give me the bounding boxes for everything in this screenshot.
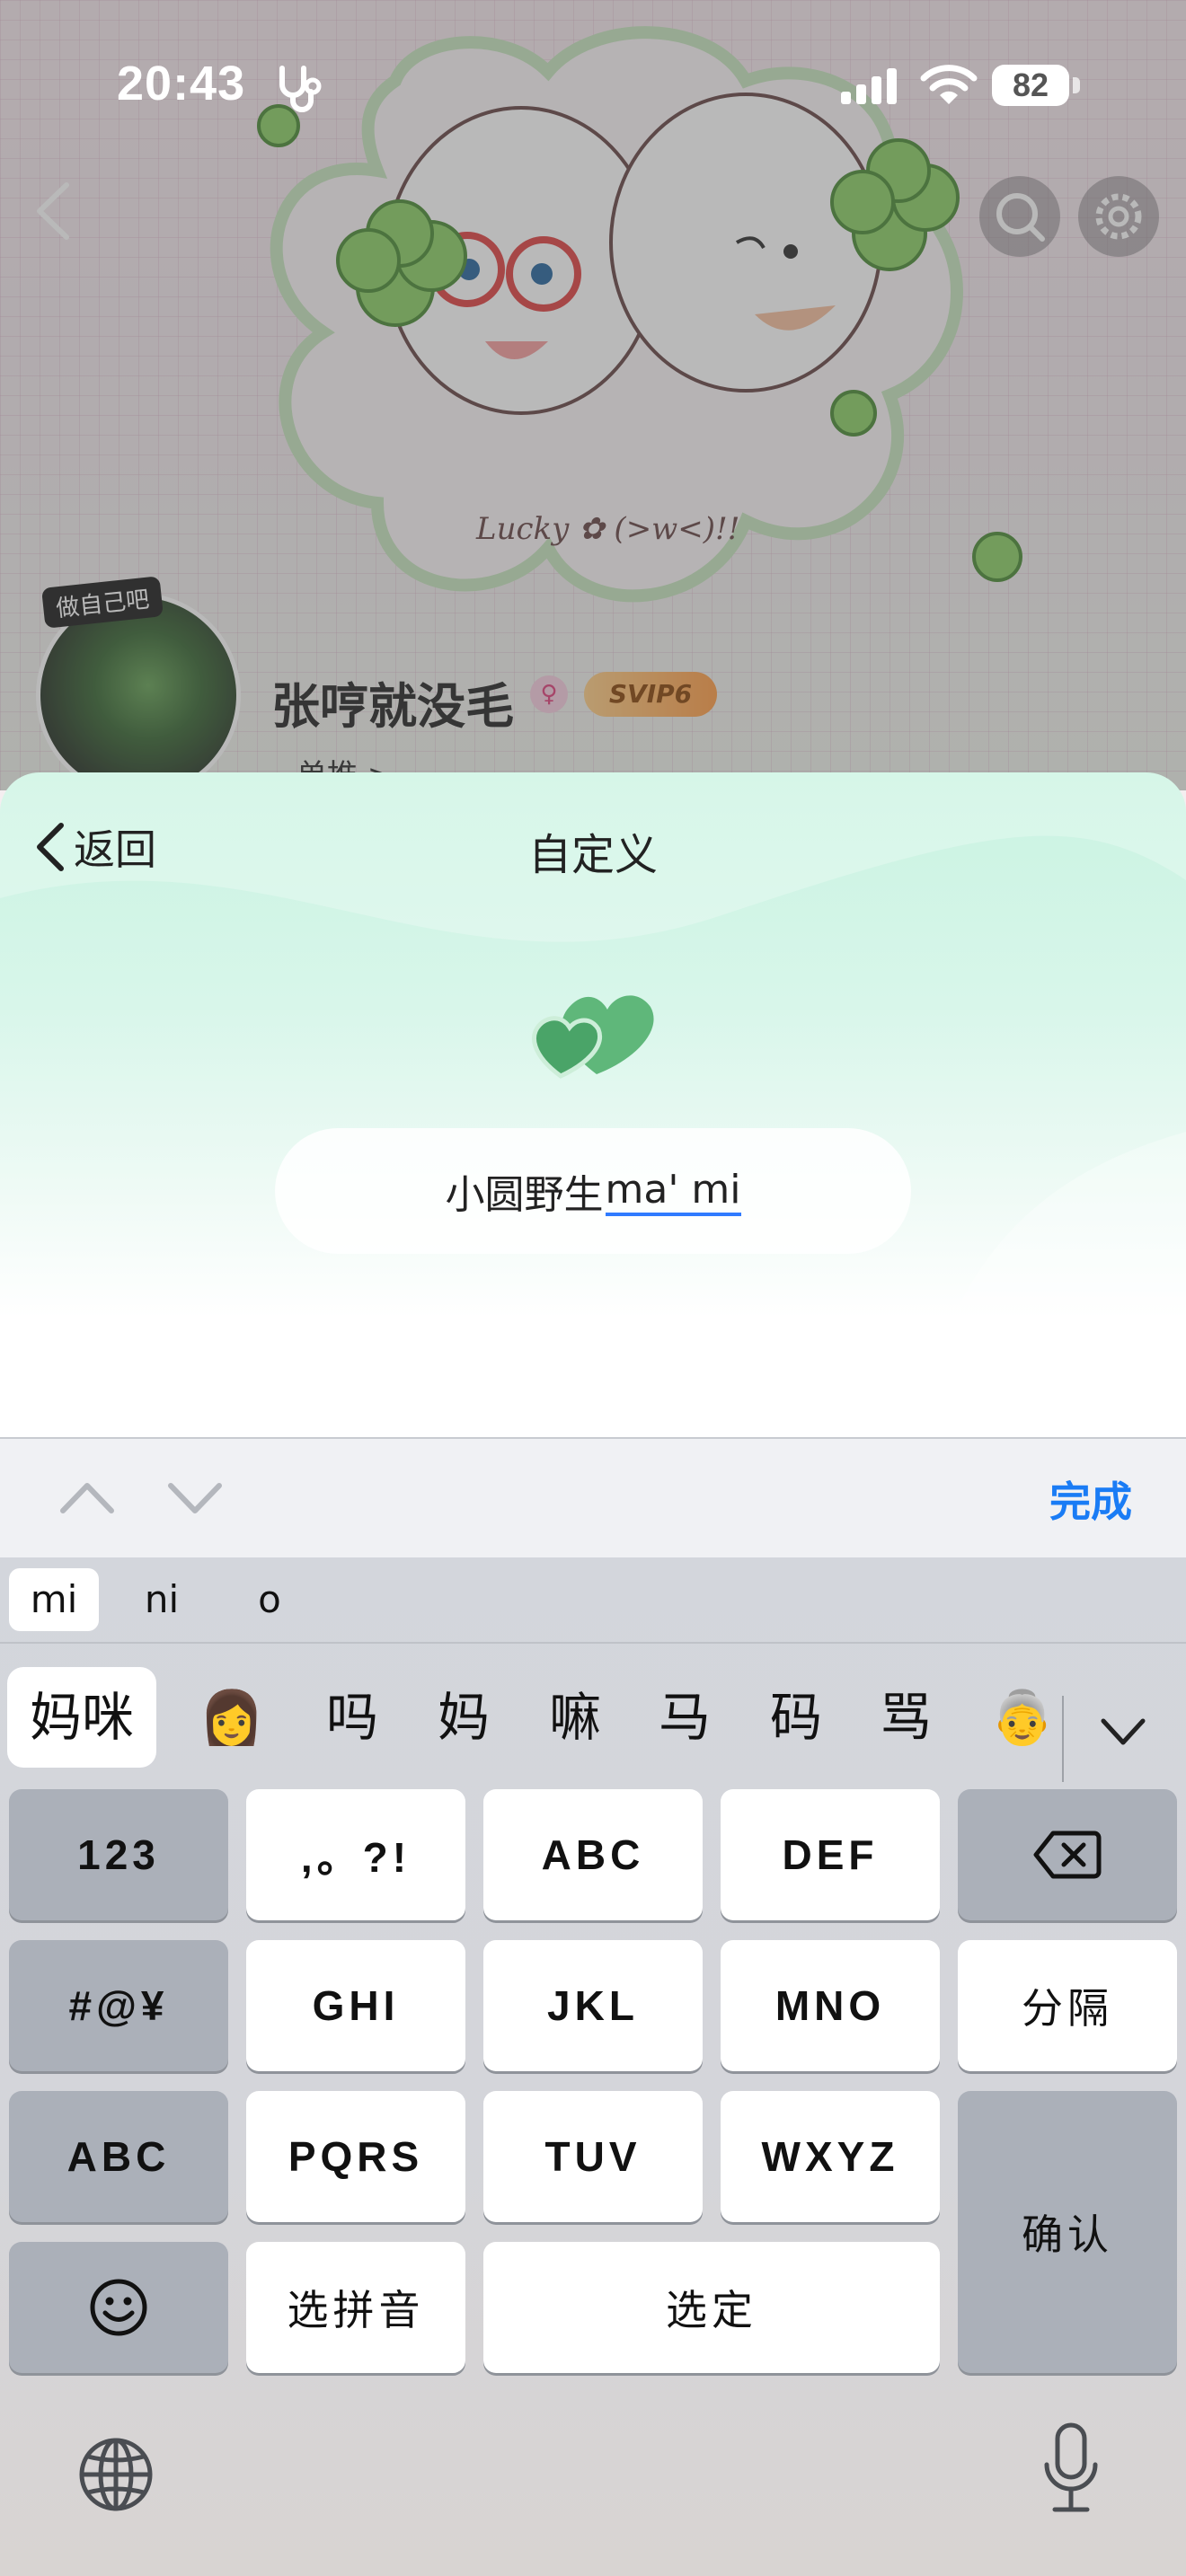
pinyin-option[interactable]: mi bbox=[9, 1568, 99, 1631]
key-pqrs[interactable]: PQRS bbox=[246, 2091, 465, 2222]
key-abc[interactable]: ABC bbox=[483, 1789, 703, 1920]
input-marked-text: ma' mi bbox=[605, 1167, 741, 1216]
stethoscope-icon bbox=[279, 66, 322, 112]
key-123[interactable]: 123 bbox=[9, 1789, 228, 1920]
backspace-key[interactable] bbox=[958, 1789, 1177, 1920]
candidate[interactable]: 嘛 bbox=[530, 1667, 620, 1768]
emoji-icon bbox=[90, 2279, 147, 2336]
microphone-icon[interactable] bbox=[1042, 2422, 1100, 2520]
candidate[interactable]: 马 bbox=[640, 1667, 730, 1768]
candidate[interactable]: 吗 bbox=[307, 1667, 397, 1768]
candidate-bar: 妈咪 👩 吗 妈 嘛 马 码 骂 👵 bbox=[0, 1645, 1186, 1789]
custom-sheet: 返回 自定义 小圆野生 ma' mi bbox=[0, 772, 1186, 1437]
select-key[interactable]: 选定 bbox=[483, 2242, 940, 2373]
status-bar: 20:43 82 bbox=[0, 0, 1186, 171]
custom-name-input[interactable]: 小圆野生 ma' mi bbox=[275, 1128, 911, 1254]
battery-nub bbox=[1073, 77, 1080, 93]
cellular-signal-icon bbox=[841, 68, 897, 104]
sheet-title: 自定义 bbox=[527, 830, 658, 880]
candidate[interactable]: 妈咪 bbox=[7, 1667, 156, 1768]
backspace-icon bbox=[1033, 1831, 1102, 1879]
chevron-down-icon[interactable] bbox=[164, 1475, 226, 1520]
chevron-up-icon[interactable] bbox=[56, 1475, 119, 1520]
key-jkl[interactable]: JKL bbox=[483, 1940, 703, 2071]
double-heart-icon bbox=[532, 995, 654, 1079]
candidate-emoji[interactable]: 👵 bbox=[987, 1667, 1058, 1768]
confirm-key[interactable]: 确认 bbox=[958, 2091, 1177, 2373]
key-tuv[interactable]: TUV bbox=[483, 2091, 703, 2222]
key-punctuation[interactable]: ,。?! bbox=[246, 1789, 465, 1920]
done-button[interactable]: 完成 bbox=[1049, 1469, 1132, 1529]
expand-candidates-icon[interactable] bbox=[1098, 1710, 1148, 1753]
candidate-emoji[interactable]: 👩 bbox=[187, 1667, 277, 1768]
choose-pinyin-key[interactable]: 选拼音 bbox=[246, 2242, 465, 2373]
globe-icon[interactable] bbox=[75, 2434, 156, 2515]
status-time: 20:43 bbox=[117, 57, 246, 110]
key-mno[interactable]: MNO bbox=[721, 1940, 940, 2071]
keyboard-toolbar: 完成 bbox=[0, 1437, 1186, 1557]
candidate[interactable]: 骂 bbox=[861, 1667, 951, 1768]
battery-level: 82 bbox=[992, 65, 1069, 106]
candidate-divider bbox=[1062, 1696, 1064, 1782]
pinyin-options: mi ni o bbox=[0, 1557, 1186, 1644]
separator-key[interactable]: 分隔 bbox=[958, 1940, 1177, 2071]
key-def[interactable]: DEF bbox=[721, 1789, 940, 1920]
keyboard: 完成 mi ni o 妈咪 👩 吗 妈 嘛 马 码 骂 👵 123 ,。?! A… bbox=[0, 1437, 1186, 2576]
abc-mode-key[interactable]: ABC bbox=[9, 2091, 228, 2222]
candidate[interactable]: 码 bbox=[751, 1667, 841, 1768]
candidate[interactable]: 妈 bbox=[419, 1667, 509, 1768]
pinyin-option[interactable]: ni bbox=[117, 1568, 207, 1631]
input-committed-text: 小圆野生 bbox=[445, 1172, 604, 1218]
pinyin-option[interactable]: o bbox=[225, 1568, 314, 1631]
wifi-icon bbox=[920, 65, 978, 104]
key-wxyz[interactable]: WXYZ bbox=[721, 2091, 940, 2222]
emoji-key[interactable] bbox=[9, 2242, 228, 2373]
key-symbols[interactable]: #@¥ bbox=[9, 1940, 228, 2071]
key-ghi[interactable]: GHI bbox=[246, 1940, 465, 2071]
